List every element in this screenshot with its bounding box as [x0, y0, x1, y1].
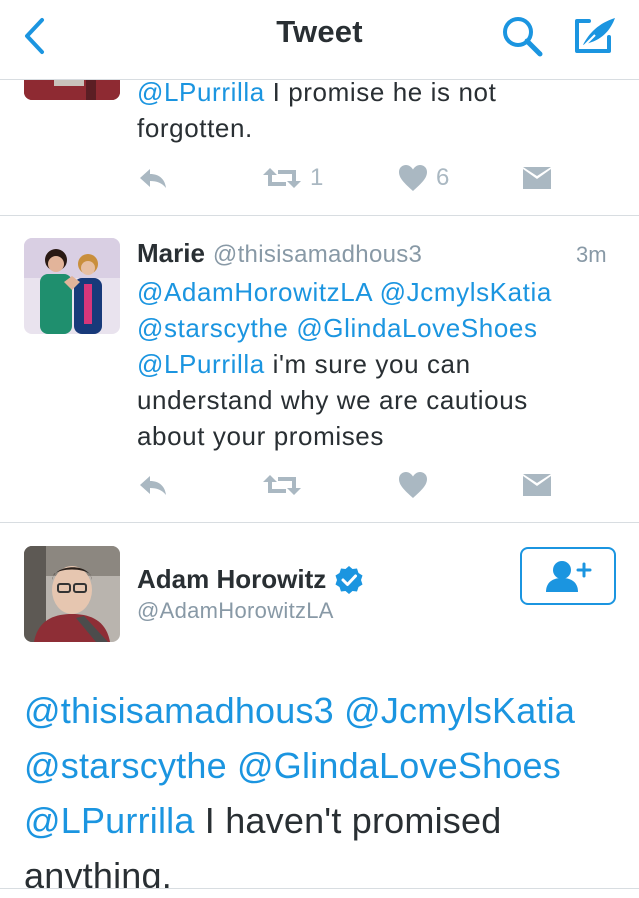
author-line: Marie @thisisamadhous3 — [137, 238, 422, 269]
direct-message-button[interactable] — [522, 473, 552, 497]
mention-link[interactable]: @GlindaLoveShoes — [296, 313, 537, 343]
mention-link[interactable]: @thisisamadhous3 — [24, 690, 334, 731]
author-line: Adam Horowitz — [137, 564, 364, 595]
navigation-bar: Tweet — [0, 0, 639, 80]
envelope-icon — [523, 474, 551, 496]
retweet-button[interactable]: 1 — [262, 164, 323, 192]
direct-message-button[interactable] — [522, 166, 552, 190]
compose-button[interactable] — [568, 12, 624, 58]
divider — [0, 522, 639, 523]
focused-tweet-text: @thisisamadhous3 @JcmylsKatia @starscyth… — [24, 690, 576, 888]
heart-icon — [399, 165, 427, 191]
like-button[interactable]: 6 — [398, 164, 449, 192]
retweet-count: 1 — [310, 164, 324, 191]
mention-link[interactable]: @JcmylsKatia — [380, 277, 552, 307]
mention-link[interactable]: @starscythe — [137, 313, 288, 343]
reply-icon — [140, 169, 166, 188]
like-count: 6 — [436, 164, 450, 191]
compose-tweet-icon — [575, 18, 615, 53]
like-button[interactable] — [398, 471, 428, 499]
retweet-icon — [263, 168, 301, 188]
mention-link[interactable]: @LPurrilla — [137, 349, 265, 379]
tweet-thread: @LPurrilla I promise he is not forgotten… — [0, 80, 639, 888]
retweet-button[interactable] — [262, 471, 302, 499]
envelope-icon — [523, 167, 551, 189]
avatar[interactable] — [24, 546, 120, 642]
avatar[interactable] — [24, 238, 120, 334]
tweet-text: @LPurrilla I promise he is not forgotten… — [137, 80, 496, 146]
reply-icon — [140, 476, 166, 495]
heart-icon — [399, 472, 427, 498]
search-icon — [503, 17, 543, 57]
author-name[interactable]: Marie — [137, 238, 205, 268]
mention-link[interactable]: @JcmylsKatia — [344, 690, 575, 731]
chevron-left-icon — [25, 18, 44, 54]
avatar[interactable] — [24, 80, 120, 100]
author-handle[interactable]: @thisisamadhous3 — [213, 241, 422, 268]
follow-button[interactable] — [520, 547, 616, 605]
mention-link[interactable]: @LPurrilla — [137, 80, 265, 107]
mention-link[interactable]: @GlindaLoveShoes — [237, 745, 561, 786]
tweet-text: @AdamHorowitzLA @JcmylsKatia @starscythe… — [137, 277, 552, 451]
retweet-icon — [263, 475, 301, 495]
mention-link[interactable]: @AdamHorowitzLA — [137, 277, 372, 307]
follow-user-icon — [546, 561, 592, 592]
reply-button[interactable] — [137, 166, 169, 192]
author-name[interactable]: Adam Horowitz — [137, 564, 326, 595]
author-handle[interactable]: @AdamHorowitzLA — [137, 598, 334, 624]
bottom-divider — [0, 888, 639, 889]
reply-button[interactable] — [137, 473, 169, 499]
search-button[interactable] — [498, 14, 546, 58]
mention-link[interactable]: @LPurrilla — [24, 800, 195, 841]
timestamp: 3m — [576, 242, 607, 267]
mention-link[interactable]: @starscythe — [24, 745, 227, 786]
verified-badge-icon — [335, 565, 363, 594]
divider — [0, 215, 639, 216]
back-button[interactable] — [14, 14, 54, 58]
